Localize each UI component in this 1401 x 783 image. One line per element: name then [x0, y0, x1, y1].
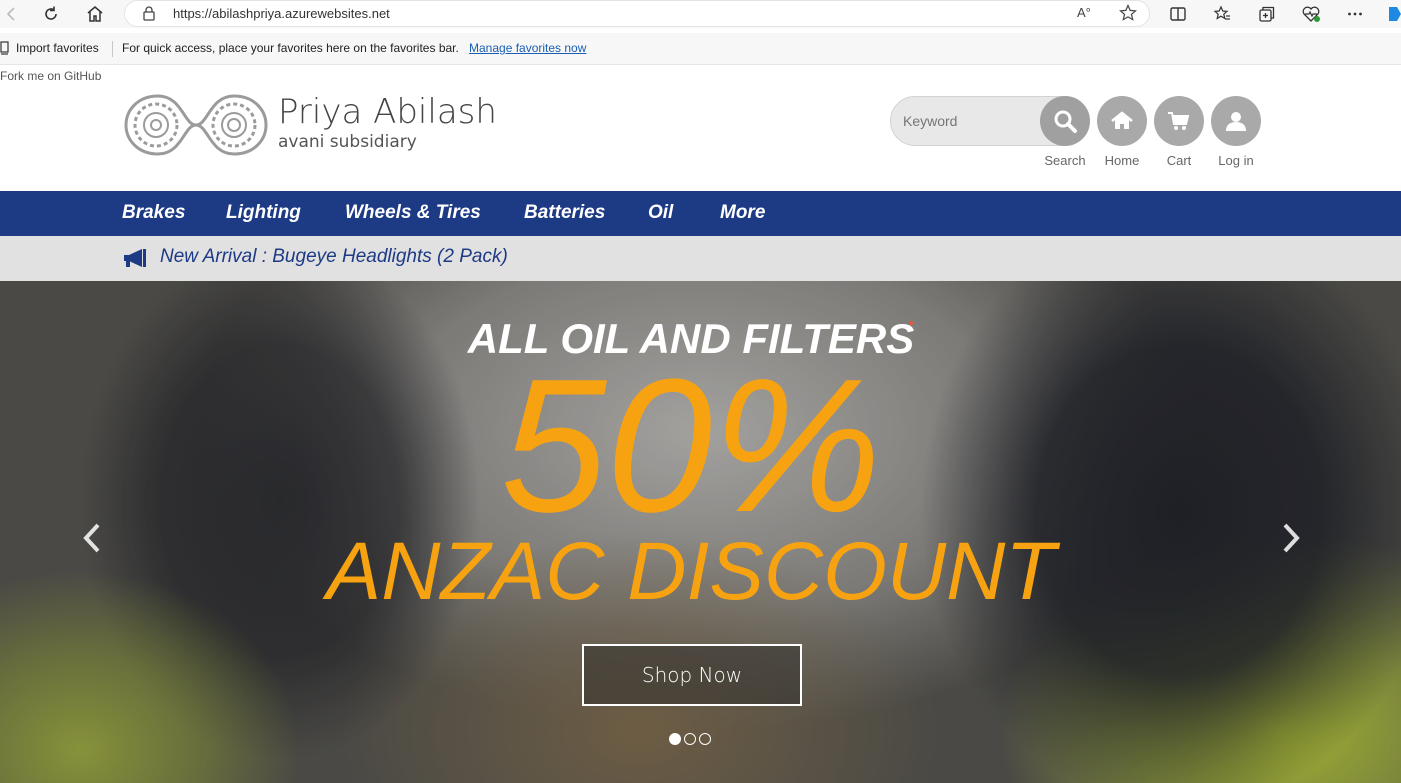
main-nav: Brakes Lighting Wheels & Tires Batteries…: [0, 191, 1401, 236]
carousel-dot-2[interactable]: [684, 733, 696, 745]
cart-button[interactable]: [1154, 96, 1204, 146]
import-favorites-label: Import favorites: [16, 41, 99, 55]
copilot-icon[interactable]: [1382, 2, 1401, 26]
split-screen-icon[interactable]: [1166, 2, 1190, 26]
search-icon: [1054, 110, 1077, 133]
cart-icon: [1168, 112, 1190, 130]
manage-favorites-link[interactable]: Manage favorites now: [469, 41, 586, 55]
nav-item-oil[interactable]: Oil: [648, 202, 673, 224]
fork-github-link[interactable]: Fork me on GitHub: [0, 69, 101, 83]
chevron-left-icon: [83, 523, 100, 553]
home-button[interactable]: [1097, 96, 1147, 146]
announcement-bar: New Arrival : Bugeye Headlights (2 Pack): [0, 236, 1401, 281]
prev-slide-button[interactable]: [80, 521, 104, 555]
hero-percent: 50%: [500, 340, 882, 552]
search-input[interactable]: [903, 113, 1043, 129]
hero-discount: ANZAC DISCOUNT: [326, 526, 1056, 617]
import-icon: [0, 41, 9, 55]
home-browser-icon[interactable]: [83, 2, 107, 26]
home-icon: [1111, 111, 1133, 129]
carousel-dot-3[interactable]: [699, 733, 711, 745]
login-button[interactable]: [1211, 96, 1261, 146]
read-aloud-icon[interactable]: A°: [1077, 5, 1091, 20]
collections-icon[interactable]: [1255, 2, 1279, 26]
brand-logo[interactable]: [122, 90, 270, 160]
user-icon: [1226, 112, 1246, 131]
more-menu-icon[interactable]: [1343, 2, 1367, 26]
favorite-star-icon[interactable]: [1119, 4, 1137, 26]
search-label: Search: [1044, 153, 1086, 168]
refresh-icon[interactable]: [39, 2, 63, 26]
hero-carousel: ALL OIL AND FILTERS 50% ANZAC DISCOUNT S…: [0, 281, 1401, 783]
megaphone-icon: [122, 247, 148, 273]
favorites-hint: For quick access, place your favorites h…: [122, 41, 459, 55]
nav-item-batteries[interactable]: Batteries: [524, 202, 605, 224]
announcement-text[interactable]: New Arrival : Bugeye Headlights (2 Pack): [160, 246, 508, 268]
nav-item-more[interactable]: More: [720, 202, 765, 224]
back-icon[interactable]: [0, 2, 24, 26]
favorites-divider: [112, 41, 113, 57]
carousel-indicators: [669, 733, 711, 745]
url-text[interactable]: https://abilashpriya.azurewebsites.net: [173, 6, 390, 21]
health-icon[interactable]: [1299, 2, 1323, 26]
brand-subtitle: avani subsidiary: [278, 132, 417, 152]
brand-name[interactable]: Priya Abilash: [278, 92, 497, 132]
import-favorites-button[interactable]: Import favorites: [0, 41, 99, 55]
login-label: Log in: [1218, 153, 1254, 168]
favorites-bar: Import favorites For quick access, place…: [0, 33, 1401, 65]
favorites-icon[interactable]: [1210, 2, 1234, 26]
chevron-right-icon: [1283, 523, 1300, 553]
browser-toolbar: https://abilashpriya.azurewebsites.net A…: [0, 0, 1401, 28]
search-button[interactable]: [1040, 96, 1090, 146]
cart-label: Cart: [1166, 153, 1192, 168]
carousel-dot-1[interactable]: [669, 733, 681, 745]
lock-icon: [143, 6, 155, 25]
address-bar[interactable]: https://abilashpriya.azurewebsites.net A…: [124, 0, 1150, 27]
nav-item-brakes[interactable]: Brakes: [122, 202, 185, 224]
shop-now-button[interactable]: Shop Now: [582, 644, 802, 706]
next-slide-button[interactable]: [1279, 521, 1303, 555]
nav-item-wheels-tires[interactable]: Wheels & Tires: [345, 202, 481, 224]
nav-item-lighting[interactable]: Lighting: [226, 202, 301, 224]
home-label: Home: [1104, 153, 1140, 168]
